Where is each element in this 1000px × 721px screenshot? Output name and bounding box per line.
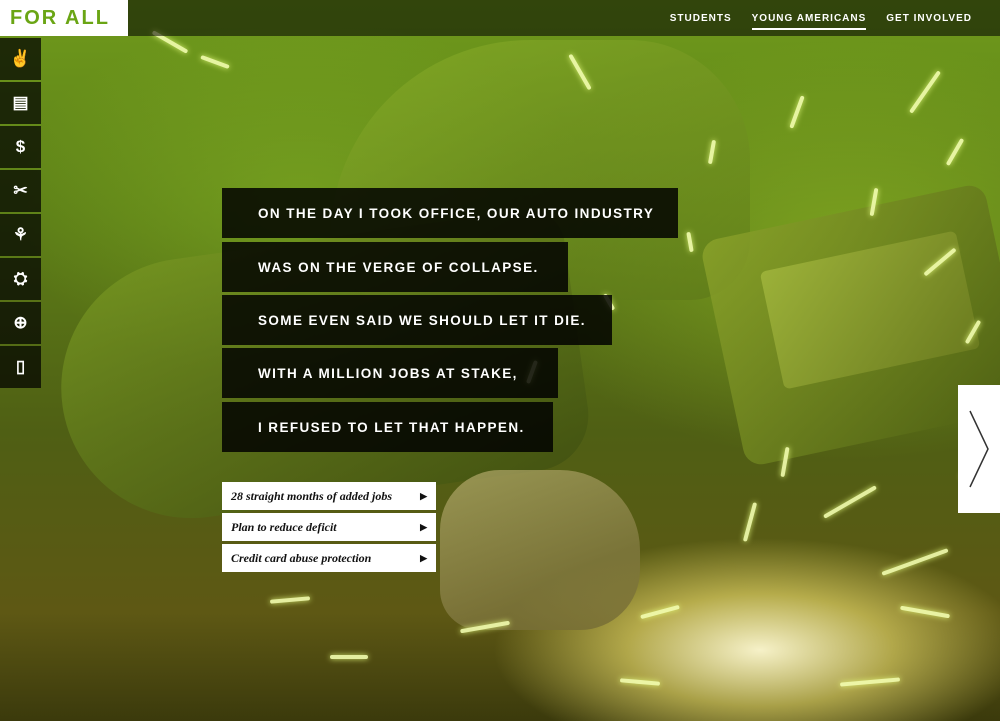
spark-streak xyxy=(945,138,965,166)
spark-streak xyxy=(823,485,877,519)
sidebar-item-economy[interactable]: $ xyxy=(0,126,41,168)
next-slide-button[interactable] xyxy=(958,385,1000,513)
chevron-right-icon xyxy=(969,410,989,488)
topic-sidebar: ✌ ▤ $ ✂ ⚘ ⛭ ⊕ ▯ xyxy=(0,38,41,390)
tools-icon: ✂ xyxy=(13,181,28,200)
quote-line: WITH A MILLION JOBS AT STAKE, xyxy=(222,348,558,398)
spark-streak xyxy=(269,596,311,604)
link-label: Credit card abuse protection xyxy=(231,550,372,565)
sidebar-item-jobs[interactable]: ✂ xyxy=(0,170,41,212)
quote-line: I REFUSED TO LET THAT HAPPEN. xyxy=(222,402,553,452)
health-plus-icon: ⊕ xyxy=(13,313,28,332)
sidebar-item-health[interactable]: ⊕ xyxy=(0,302,41,344)
link-credit-card-protection[interactable]: Credit card abuse protection ▶ xyxy=(222,544,436,572)
peace-hand-icon: ✌ xyxy=(9,49,32,68)
site-logo[interactable]: FOR ALL xyxy=(0,0,128,36)
top-bar: FOR ALL STUDENTS YOUNG AMERICANS GET INV… xyxy=(0,0,1000,36)
graduation-cap-icon: ⛭ xyxy=(13,269,28,288)
sidebar-item-clipboard[interactable]: ▯ xyxy=(0,346,41,388)
main-nav: STUDENTS YOUNG AMERICANS GET INVOLVED xyxy=(670,0,972,36)
link-reduce-deficit[interactable]: Plan to reduce deficit ▶ xyxy=(222,513,436,541)
spark-streak xyxy=(619,678,661,686)
quote-line: ON THE DAY I TOOK OFFICE, OUR AUTO INDUS… xyxy=(222,188,678,238)
spark-streak xyxy=(789,95,805,129)
spark-streak xyxy=(742,502,758,542)
link-label: Plan to reduce deficit xyxy=(231,519,337,534)
spark-streak xyxy=(881,548,949,576)
sidebar-item-education[interactable]: ⛭ xyxy=(0,258,41,300)
nav-students[interactable]: STUDENTS xyxy=(670,7,732,30)
quote-line: SOME EVEN SAID WE SHOULD LET IT DIE. xyxy=(222,295,612,345)
spark-streak xyxy=(640,604,680,620)
fact-links: 28 straight months of added jobs ▶ Plan … xyxy=(222,482,436,575)
nav-get-involved[interactable]: GET INVOLVED xyxy=(886,7,972,30)
spark-streak xyxy=(330,655,368,659)
quote-line: WAS ON THE VERGE OF COLLAPSE. xyxy=(222,242,568,292)
spark-streak xyxy=(909,70,941,114)
sidebar-item-document[interactable]: ▤ xyxy=(0,82,41,124)
sidebar-item-peace[interactable]: ✌ xyxy=(0,38,41,80)
triangle-right-icon: ▶ xyxy=(420,521,427,532)
dollar-icon: $ xyxy=(15,137,26,156)
spark-streak xyxy=(839,677,901,687)
welder-glove xyxy=(440,470,640,630)
triangle-right-icon: ▶ xyxy=(420,552,427,563)
sprout-icon: ⚘ xyxy=(12,225,29,244)
link-added-jobs[interactable]: 28 straight months of added jobs ▶ xyxy=(222,482,436,510)
triangle-right-icon: ▶ xyxy=(420,490,427,501)
document-icon: ▤ xyxy=(12,93,29,112)
link-label: 28 straight months of added jobs xyxy=(231,488,393,503)
sidebar-item-environment[interactable]: ⚘ xyxy=(0,214,41,256)
clipboard-icon: ▯ xyxy=(15,357,26,376)
spark-streak xyxy=(200,54,230,70)
nav-young-americans[interactable]: YOUNG AMERICANS xyxy=(751,7,867,30)
spark-streak xyxy=(900,605,950,619)
